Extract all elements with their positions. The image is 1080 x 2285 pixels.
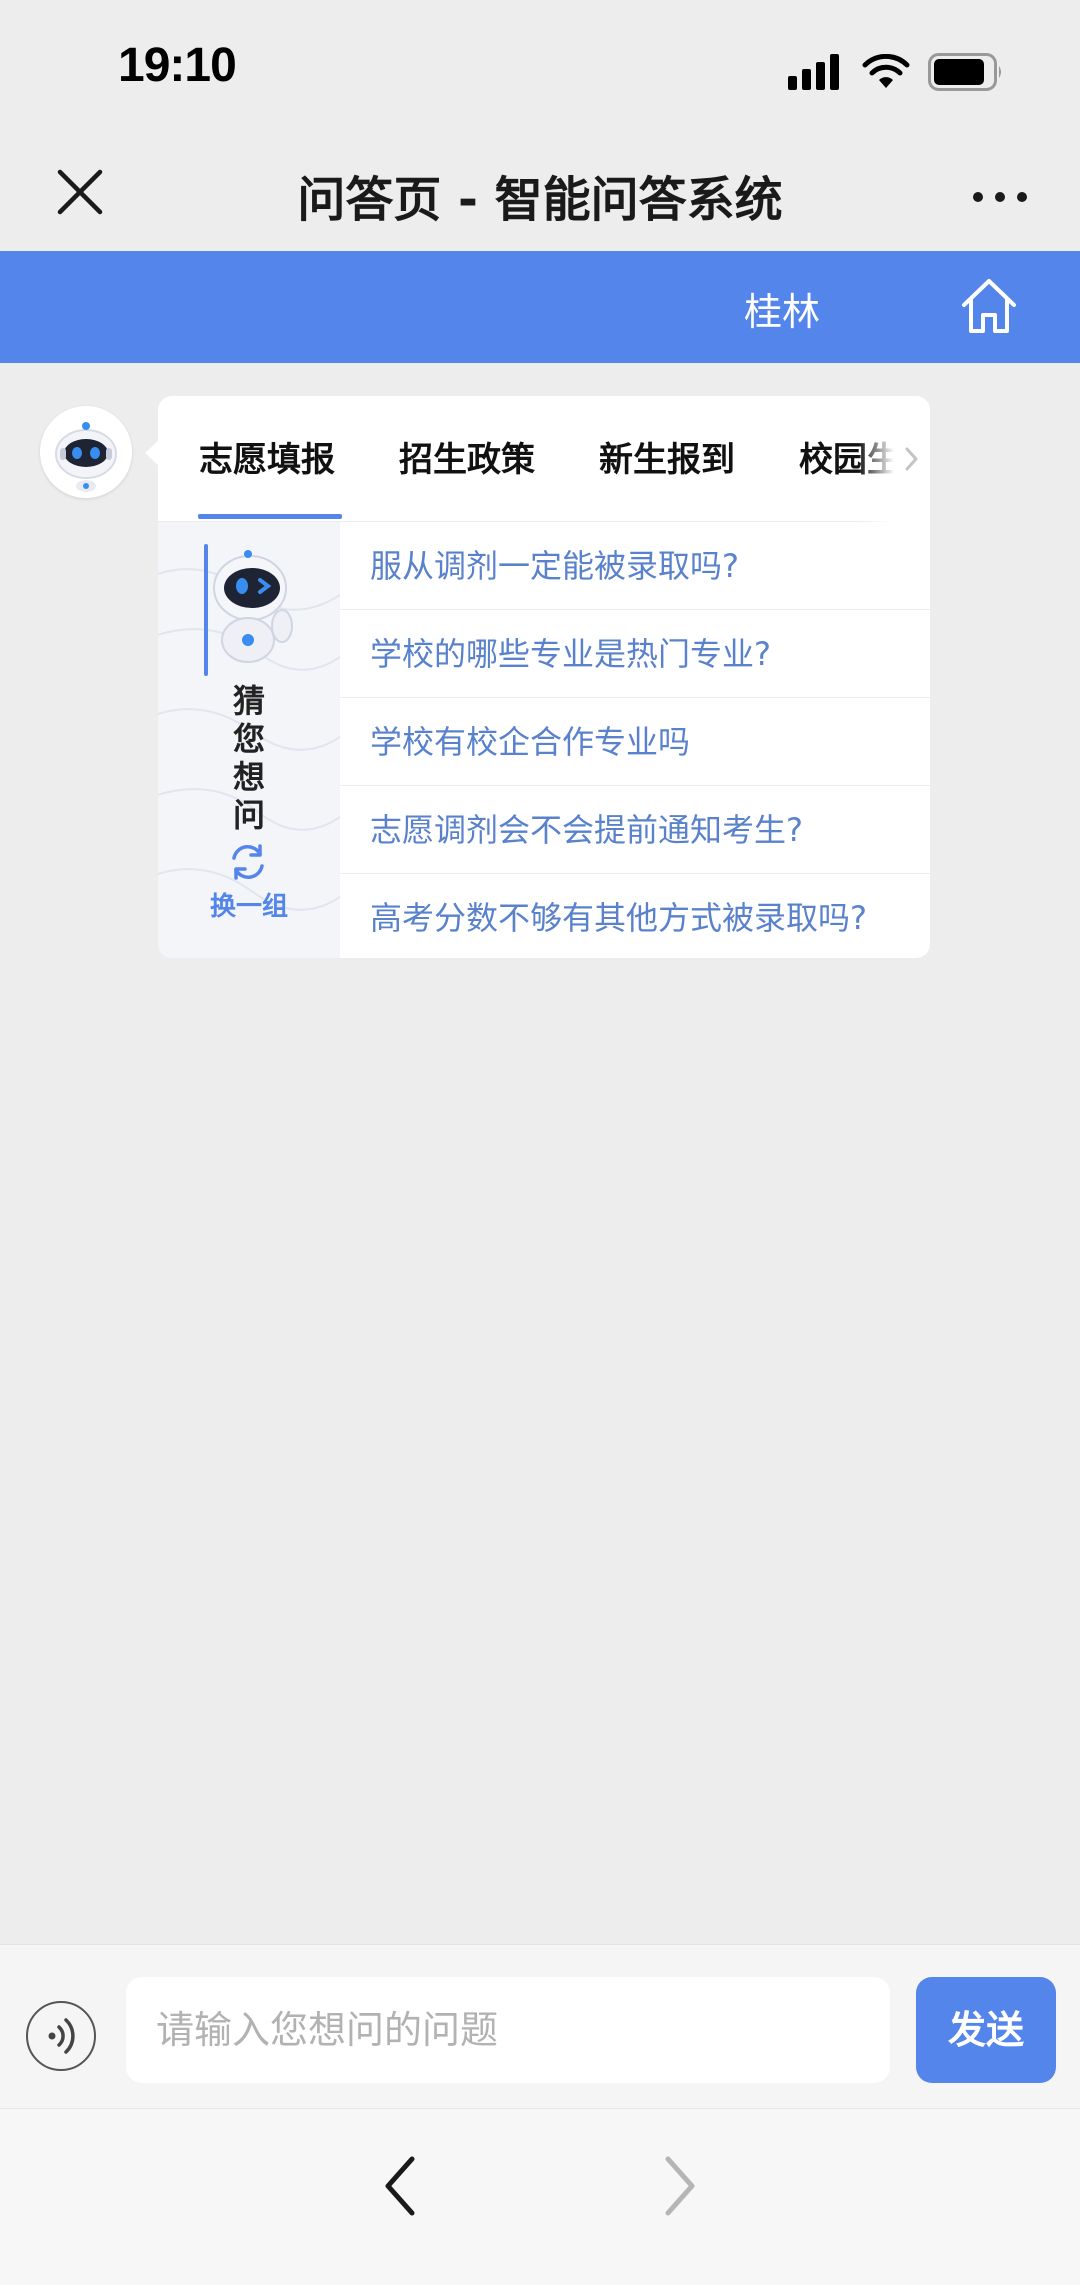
question-item[interactable]: 学校有校企合作专业吗 bbox=[340, 698, 930, 786]
question-item[interactable]: 学校的哪些专业是热门专业? bbox=[340, 610, 930, 698]
chevron-right-icon[interactable] bbox=[658, 2151, 702, 2221]
more-button[interactable] bbox=[970, 168, 1030, 218]
guess-title-char-4: 问 bbox=[232, 796, 265, 834]
refresh-button[interactable]: 换一组 bbox=[158, 886, 340, 923]
title-bar: 问答页 - 智能问答系统 bbox=[0, 140, 1080, 250]
chevron-left-icon[interactable] bbox=[378, 2151, 422, 2221]
input-bar: 发送 bbox=[0, 1944, 1080, 2108]
robot-mascot-icon bbox=[213, 550, 293, 663]
active-tab-indicator bbox=[198, 514, 342, 519]
status-bar: 19:10 bbox=[0, 0, 1080, 140]
refresh-icon[interactable] bbox=[226, 840, 270, 884]
bubble-pointer bbox=[145, 440, 159, 466]
home-icon bbox=[962, 279, 1016, 333]
question-input[interactable] bbox=[126, 1977, 890, 2083]
status-time: 19:10 bbox=[118, 39, 237, 92]
send-button[interactable]: 发送 bbox=[916, 1977, 1056, 2083]
header-bar: 桂林 bbox=[0, 251, 1080, 363]
voice-icon bbox=[48, 2018, 75, 2054]
more-icon bbox=[973, 192, 1027, 202]
city-selector[interactable]: 桂林 bbox=[744, 281, 820, 336]
browser-nav-bar bbox=[0, 2108, 1080, 2285]
home-button[interactable] bbox=[958, 275, 1020, 337]
suggestion-card: 志愿填报 招生政策 新生报到 校园生 猜 您 想 问 换一组 服从调剂一定能被录… bbox=[158, 396, 930, 958]
category-tabs: 志愿填报 招生政策 新生报到 校园生 bbox=[158, 396, 930, 522]
question-list: 服从调剂一定能被录取吗? 学校的哪些专业是热门专业? 学校有校企合作专业吗 志愿… bbox=[340, 522, 930, 958]
question-item[interactable]: 志愿调剂会不会提前通知考生? bbox=[340, 786, 930, 874]
guess-panel: 猜 您 想 问 换一组 bbox=[158, 522, 340, 958]
status-icons bbox=[788, 52, 1004, 92]
signal-icon bbox=[788, 54, 839, 90]
guess-title-char-1: 猜 bbox=[232, 682, 265, 720]
guess-title-char-3: 想 bbox=[232, 758, 265, 796]
question-item[interactable]: 服从调剂一定能被录取吗? bbox=[340, 522, 930, 610]
wifi-icon bbox=[862, 54, 910, 88]
tab-admission-policy[interactable]: 招生政策 bbox=[399, 432, 535, 481]
battery-icon bbox=[928, 53, 1001, 91]
chevron-right-icon[interactable] bbox=[904, 444, 920, 474]
page-title: 问答页 - 智能问答系统 bbox=[297, 172, 783, 228]
robot-icon bbox=[40, 406, 132, 498]
guess-title-char-2: 您 bbox=[232, 720, 265, 758]
voice-button[interactable] bbox=[26, 2001, 96, 2071]
tab-volunteer[interactable]: 志愿填报 bbox=[199, 432, 335, 481]
robot-avatar bbox=[40, 406, 132, 498]
tab-registration[interactable]: 新生报到 bbox=[599, 432, 735, 481]
question-item[interactable]: 高考分数不够有其他方式被录取吗? bbox=[340, 874, 930, 958]
